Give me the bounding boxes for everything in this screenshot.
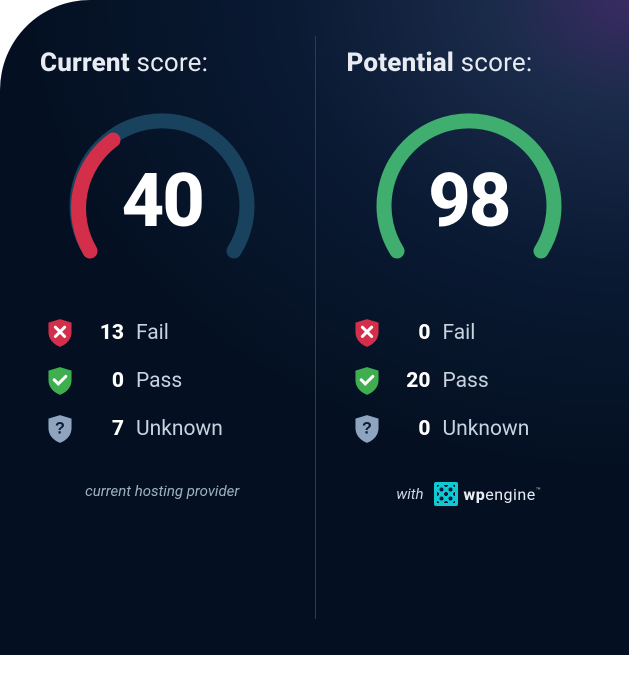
stat-row-pass: 20 Pass — [353, 366, 592, 396]
stat-row-pass: 0 Pass — [46, 366, 285, 396]
shield-check-icon — [353, 366, 381, 396]
potential-pass-count: 20 — [393, 369, 431, 393]
shield-question-icon: ? — [353, 414, 381, 444]
potential-score-column: Potential score: 98 0 Fail — [313, 0, 629, 655]
potential-pass-label: Pass — [443, 369, 489, 393]
current-fail-count: 13 — [86, 321, 124, 345]
wpengine-logo-icon — [434, 482, 458, 506]
current-unknown-count: 7 — [86, 417, 124, 441]
potential-title-bold: Potential — [347, 48, 455, 78]
shield-question-icon: ? — [46, 414, 74, 444]
current-title-rest: score: — [130, 48, 208, 78]
potential-score-value: 98 — [364, 158, 574, 245]
current-fail-label: Fail — [136, 321, 169, 345]
shield-x-icon — [46, 318, 74, 348]
potential-fail-count: 0 — [393, 321, 431, 345]
potential-unknown-label: Unknown — [443, 417, 530, 441]
wpengine-brand: wpengine™ — [434, 482, 542, 506]
potential-title: Potential score: — [347, 48, 592, 78]
shield-x-icon — [353, 318, 381, 348]
potential-stats: 0 Fail 20 Pass ? 0 Unknown — [347, 318, 592, 444]
svg-text:?: ? — [362, 420, 372, 438]
stat-row-unknown: ? 0 Unknown — [353, 414, 592, 444]
wpengine-wordmark: wpengine™ — [464, 485, 542, 504]
stat-row-fail: 13 Fail — [46, 318, 285, 348]
svg-text:?: ? — [55, 420, 65, 438]
potential-title-rest: score: — [454, 48, 532, 78]
current-pass-count: 0 — [86, 369, 124, 393]
potential-unknown-count: 0 — [393, 417, 431, 441]
stat-row-unknown: ? 7 Unknown — [46, 414, 285, 444]
score-comparison-card: Current score: 40 13 Fail — [0, 0, 629, 655]
shield-check-icon — [46, 366, 74, 396]
current-unknown-label: Unknown — [136, 417, 223, 441]
potential-footer: with wpengine™ — [347, 482, 592, 506]
current-score-column: Current score: 40 13 Fail — [0, 0, 313, 655]
potential-gauge: 98 — [364, 104, 574, 274]
current-gauge: 40 — [57, 104, 267, 274]
potential-fail-label: Fail — [443, 321, 476, 345]
potential-footer-prefix: with — [396, 485, 423, 503]
current-title: Current score: — [40, 48, 285, 78]
current-pass-label: Pass — [136, 369, 182, 393]
current-score-value: 40 — [57, 158, 267, 245]
current-title-bold: Current — [40, 48, 130, 78]
current-footer: current hosting provider — [40, 482, 285, 500]
current-stats: 13 Fail 0 Pass ? 7 Unknown — [40, 318, 285, 444]
stat-row-fail: 0 Fail — [353, 318, 592, 348]
